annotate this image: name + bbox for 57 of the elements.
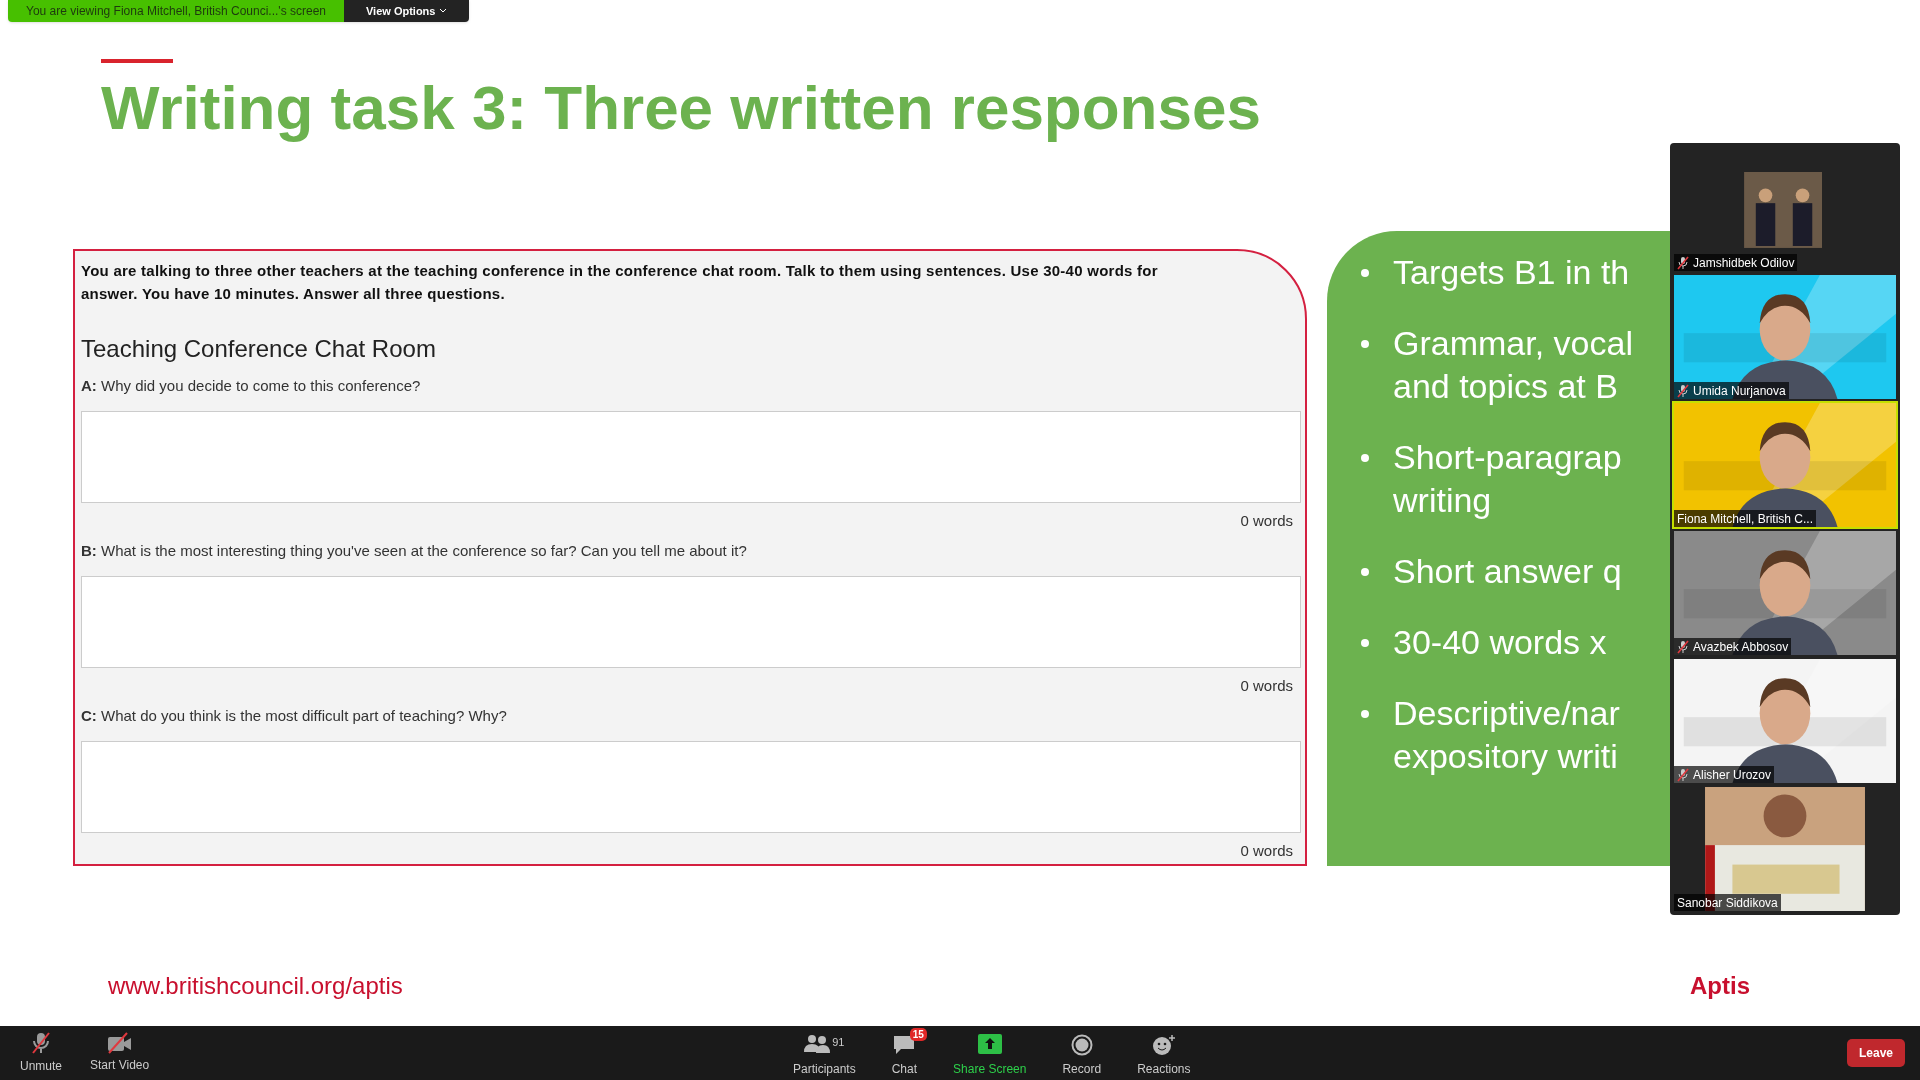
video-tile[interactable]: Sanobar Siddikova (1672, 785, 1898, 913)
unmute-button[interactable]: Unmute (20, 1031, 63, 1075)
answer-box[interactable] (81, 410, 1301, 503)
toolbar-button[interactable]: Record (1044, 1028, 1120, 1078)
video-tile[interactable]: Alisher Urozov (1672, 657, 1898, 785)
participant-name: Avazbek Abbosov (1693, 638, 1789, 655)
toolbar-button[interactable]: Chat 15 (873, 1028, 936, 1078)
participant-name: Jamshidbek Odilov (1693, 254, 1795, 271)
bullet-text: 30-40 words x (1393, 622, 1607, 663)
participant-name: Fiona Mitchell, British C... (1677, 510, 1814, 527)
bullet-text: Short answer q (1393, 551, 1622, 592)
video-tile[interactable]: Umida Nurjanova (1672, 273, 1898, 401)
question-text: A: Why did you decide to come to this conference? (81, 376, 422, 396)
record-icon (1070, 1034, 1093, 1056)
chat-room-heading: Teaching Conference Chat Room (81, 334, 437, 364)
muted-mic-icon (1677, 383, 1689, 398)
view-options-button[interactable]: View Options (344, 0, 470, 22)
participant-name: Umida Nurjanova (1693, 382, 1786, 399)
bullet-text: Descriptive/nar (1393, 693, 1620, 734)
bullet-text: and topics at B (1393, 366, 1619, 407)
bullet-text: Grammar, vocal (1393, 323, 1633, 364)
smiley-icon (1151, 1034, 1176, 1056)
word-count: 0 words (1240, 840, 1293, 861)
bullet-text: expository writi (1393, 736, 1619, 777)
participant-name: Alisher Urozov (1693, 766, 1772, 783)
word-count: 0 words (1240, 675, 1293, 696)
caret-icon (439, 8, 448, 14)
task-instructions: You are talking to three other teachers at the teaching conference in the conference chat room. Talk to them using sentences. Use 30-40 words for answer. You have 10 minutes. Answer all three questions. (81, 261, 1159, 304)
question-text: B: What is the most interesting thing you've seen at the conference so far? Can you tell me about it? (81, 541, 748, 561)
share-screen-icon (977, 1034, 1002, 1054)
participant-name: Sanobar Siddikova (1677, 894, 1778, 911)
toolbar-button[interactable]: 91 Participants (775, 1028, 874, 1078)
website-link[interactable]: www.britishcouncil.org/aptis (108, 968, 403, 1004)
word-count: 0 words (1240, 510, 1293, 531)
bullet-text: writing (1393, 480, 1493, 521)
video-tile[interactable]: Fiona Mitchell, British C... (1672, 401, 1898, 529)
bullet-text: Short-paragrap (1393, 437, 1622, 478)
participant-count: 91 (832, 1035, 845, 1050)
toolbar-button[interactable]: Share Screen (935, 1028, 1045, 1078)
people-icon (804, 1034, 831, 1054)
screen-share-banner: You are viewing Fiona Mitchell, British Counci...'s screen (8, 0, 344, 22)
bullet-text: Targets B1 in th (1393, 252, 1630, 293)
answer-box[interactable] (81, 740, 1301, 833)
question-text: C: What do you think is the most difficult part of teaching? Why? (81, 706, 508, 726)
video-tile[interactable]: Avazbek Abbosov (1672, 529, 1898, 657)
leave-button[interactable]: Leave (1846, 1039, 1905, 1067)
muted-mic-icon (30, 1031, 52, 1055)
toolbar-button[interactable]: Reactions (1119, 1028, 1209, 1078)
unread-badge: 15 (909, 1028, 927, 1041)
brand-name: Aptis (1690, 971, 1750, 1001)
start-video-button[interactable]: Start Video (90, 1032, 150, 1074)
muted-mic-icon (1677, 639, 1689, 654)
video-tile[interactable]: Jamshidbek Odilov (1672, 145, 1898, 273)
answer-box[interactable] (81, 575, 1301, 668)
muted-mic-icon (1677, 255, 1689, 270)
muted-mic-icon (1677, 767, 1689, 782)
video-off-icon (106, 1032, 133, 1054)
